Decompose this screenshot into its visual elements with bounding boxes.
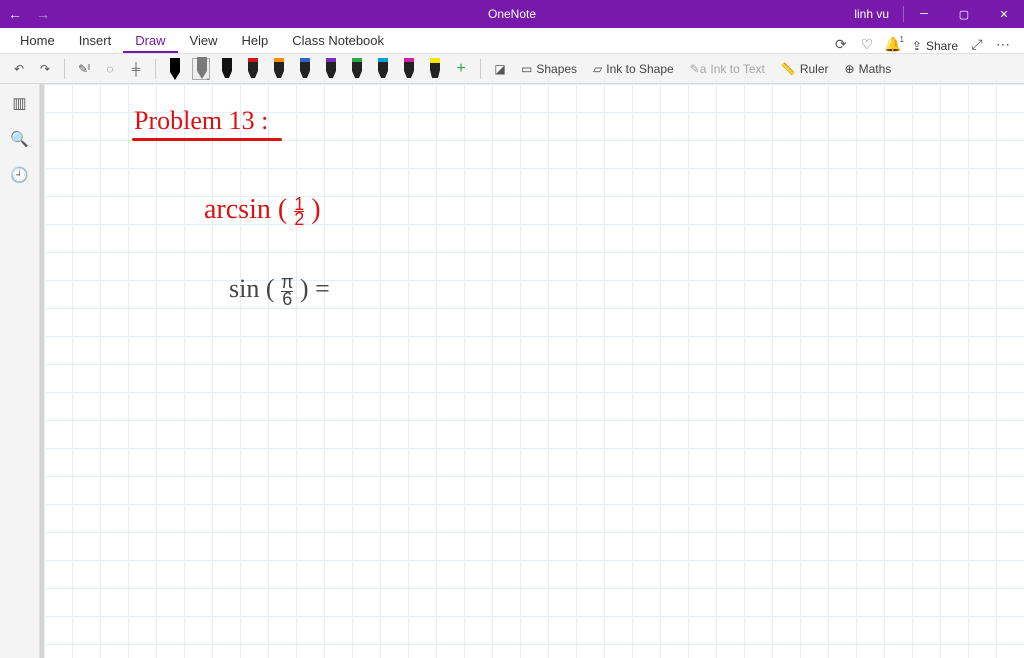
fullscreen-icon[interactable]: ⤢ (964, 36, 990, 53)
marker-green[interactable] (348, 58, 366, 80)
text-cursor-icon[interactable]: ✎ᴵ (75, 60, 93, 78)
ruler-icon: 📏 (781, 62, 796, 76)
close-button[interactable]: ✕ (984, 0, 1024, 28)
tab-insert[interactable]: Insert (67, 29, 124, 53)
marker-orange[interactable] (270, 58, 288, 80)
eraser-icon[interactable]: ◪ (491, 60, 509, 78)
search-icon[interactable]: 🔍 (10, 130, 29, 148)
marker-blue[interactable] (296, 58, 314, 80)
left-sidebar: ▥ 🔍 🕘 (0, 84, 40, 658)
maths-icon: ⊕ (845, 62, 855, 76)
drawing-canvas[interactable]: Problem 13 : arcsin ( 12 ) sin ( π6 ) = (40, 84, 1024, 658)
user-name[interactable]: linh vu (840, 6, 904, 22)
menu-bar: Home Insert Draw View Help Class Noteboo… (0, 28, 1024, 54)
tab-view[interactable]: View (178, 29, 230, 53)
shapes-icon: ▭ (521, 62, 532, 76)
more-icon[interactable]: ⋯ (990, 36, 1016, 53)
undo-icon[interactable]: ↶ (10, 60, 28, 78)
maths-button[interactable]: ⊕ Maths (841, 62, 896, 76)
share-label: Share (926, 39, 958, 53)
redo-icon[interactable]: ↷ (36, 60, 54, 78)
tab-draw[interactable]: Draw (123, 29, 177, 53)
bell-icon[interactable]: 🔔1 (880, 36, 906, 53)
tab-class-notebook[interactable]: Class Notebook (280, 29, 396, 53)
insert-space-icon[interactable]: ╪ (127, 60, 145, 78)
heading-underline (132, 138, 282, 141)
dropdown-caret-icon[interactable]: ⌄ (205, 74, 211, 82)
title-bar: ← → OneNote linh vu ─ ▢ ✕ (0, 0, 1024, 28)
share-icon: ⇪ (912, 39, 922, 53)
app-title: OneNote (488, 7, 536, 21)
marker-pink[interactable] (400, 58, 418, 80)
forward-arrow-icon[interactable]: → (36, 6, 50, 22)
recent-icon[interactable]: 🕘 (10, 166, 29, 184)
tab-home[interactable]: Home (8, 29, 67, 53)
pen-black[interactable] (166, 58, 184, 80)
marker-black[interactable] (218, 58, 236, 80)
share-button[interactable]: ⇪ Share (906, 39, 964, 53)
tab-help[interactable]: Help (230, 29, 281, 53)
back-arrow-icon[interactable]: ← (8, 6, 22, 22)
maximize-button[interactable]: ▢ (944, 0, 984, 28)
ink-to-text-button: ✎a Ink to Text (686, 62, 769, 76)
lasso-select-icon[interactable]: ◌ (101, 60, 119, 78)
marker-cyan[interactable] (374, 58, 392, 80)
draw-toolbar: ↶ ↷ ✎ᴵ ◌ ╪ ⌄ + ◪ ▭ Shapes ▱ Ink to Shape… (0, 54, 1024, 84)
handwriting-line1: arcsin ( 12 ) (204, 194, 321, 226)
ink-to-text-icon: ✎a (690, 62, 707, 76)
handwriting-line2: sin ( π6 ) = (229, 274, 330, 307)
ink-to-shape-button[interactable]: ▱ Ink to Shape (589, 62, 678, 76)
ruler-button[interactable]: 📏 Ruler (777, 62, 833, 76)
minimize-button[interactable]: ─ (904, 0, 944, 28)
ink-to-shape-icon: ▱ (593, 62, 602, 76)
notebooks-icon[interactable]: ▥ (12, 94, 26, 112)
add-pen-icon[interactable]: + (452, 60, 470, 78)
handwriting-heading: Problem 13 : (134, 106, 268, 136)
shapes-button[interactable]: ▭ Shapes (517, 62, 581, 76)
lightbulb-icon[interactable]: ♡ (854, 36, 880, 53)
marker-red[interactable] (244, 58, 262, 80)
sync-icon[interactable]: ⟳ (828, 36, 854, 53)
highlighter-yellow[interactable] (426, 58, 444, 80)
marker-purple[interactable] (322, 58, 340, 80)
pen-gray-active[interactable]: ⌄ (192, 58, 210, 80)
